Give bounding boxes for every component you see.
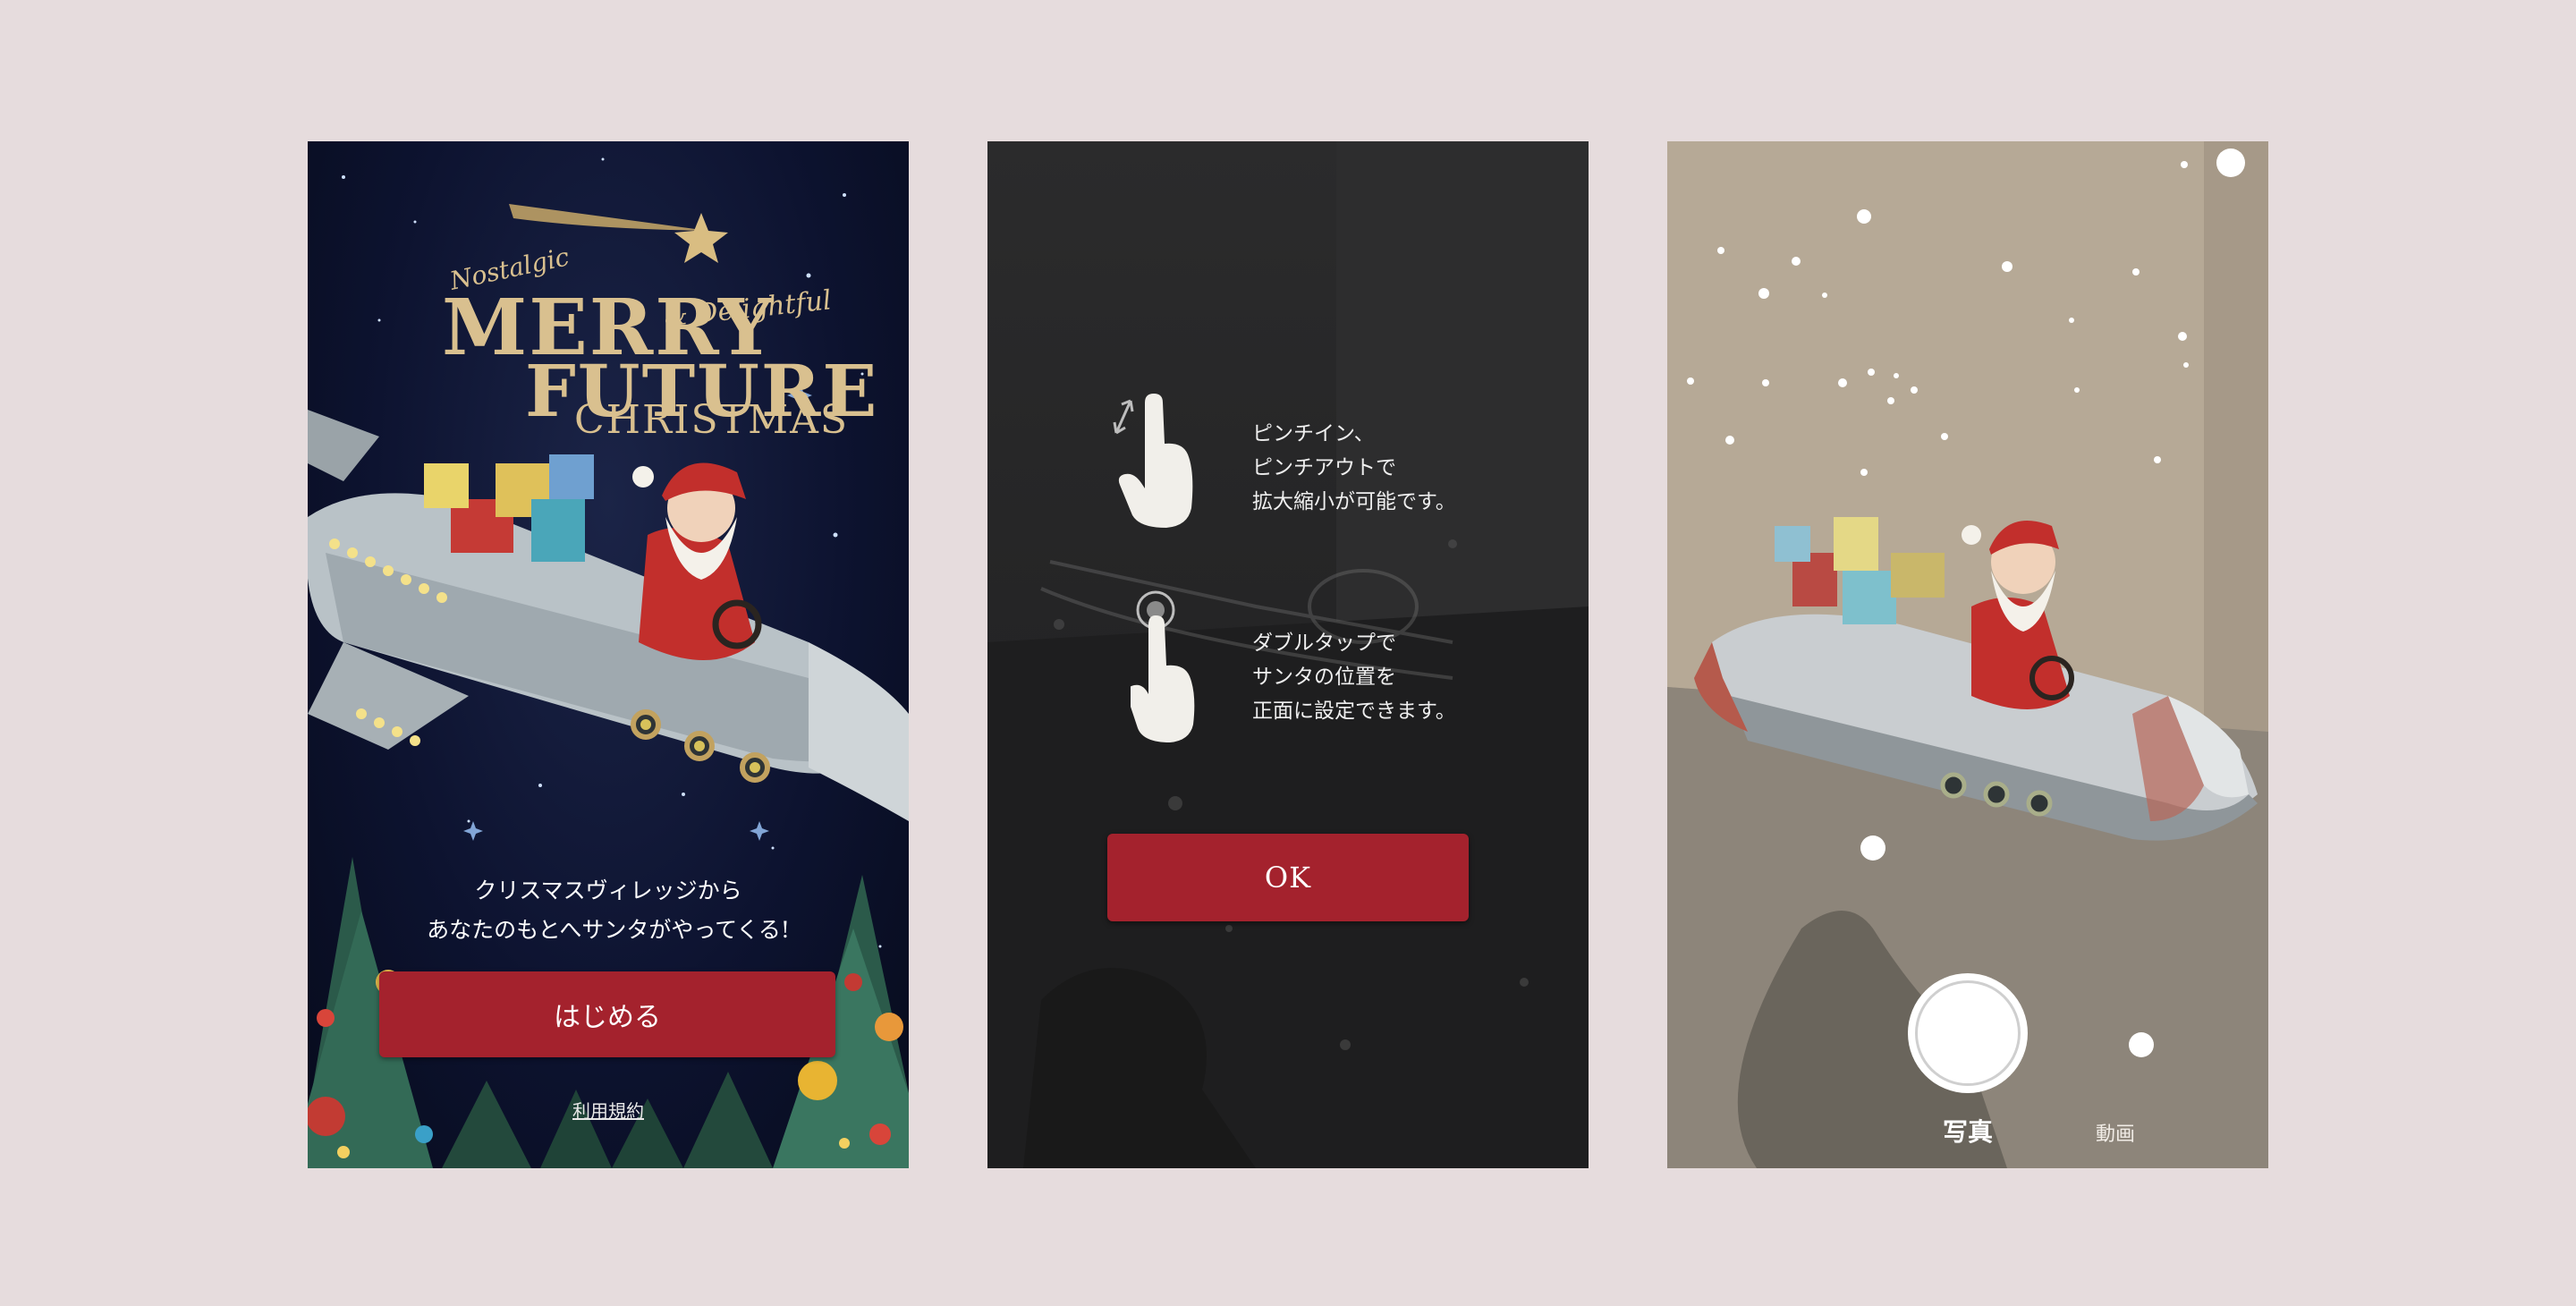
start-button[interactable]: はじめる bbox=[379, 971, 835, 1057]
game-logo: Nostalgic MERRY & Delightful FUTURE CHRI… bbox=[308, 141, 909, 517]
tap-hint-line: サンタの位置を bbox=[1252, 666, 1396, 689]
title-screen: Nostalgic MERRY & Delightful FUTURE CHRI… bbox=[308, 141, 909, 1168]
terms-link[interactable]: 利用規約 bbox=[308, 1097, 909, 1123]
video-mode-tab[interactable]: 動画 bbox=[2084, 1118, 2147, 1147]
pinch-hint: ピンチイン、 ピンチアウトで 拡大縮小が可能です。 bbox=[1252, 417, 1456, 519]
tap-hint-line: 正面に設定できます。 bbox=[1252, 700, 1456, 723]
tagline-line-2: あなたのもとへサンタがやってくる! bbox=[427, 917, 790, 943]
logo-christmas: CHRISTMAS bbox=[574, 397, 850, 443]
double-tap-hand-icon bbox=[1131, 590, 1195, 742]
pinch-hint-line: ピンチイン、 bbox=[1252, 422, 1375, 445]
photo-mode-tab[interactable]: 写真 bbox=[1923, 1113, 2012, 1149]
pinch-hand-icon bbox=[1113, 394, 1193, 528]
ok-button[interactable]: OK bbox=[1107, 834, 1469, 921]
instructions-screen: ピンチイン、 ピンチアウトで 拡大縮小が可能です。 ダブルタップで サンタの位置… bbox=[987, 141, 1589, 1168]
pinch-hint-line: ピンチアウトで bbox=[1252, 456, 1396, 479]
pinch-hint-line: 拡大縮小が可能です。 bbox=[1252, 490, 1456, 513]
double-tap-hint: ダブルタップで サンタの位置を 正面に設定できます。 bbox=[1252, 626, 1456, 728]
shutter-button[interactable] bbox=[1908, 973, 2028, 1093]
tap-hint-line: ダブルタップで bbox=[1252, 632, 1396, 655]
tagline-line-1: クリスマスヴィレッジから bbox=[474, 878, 742, 903]
camera-screen: 写真 動画 bbox=[1667, 141, 2268, 1168]
